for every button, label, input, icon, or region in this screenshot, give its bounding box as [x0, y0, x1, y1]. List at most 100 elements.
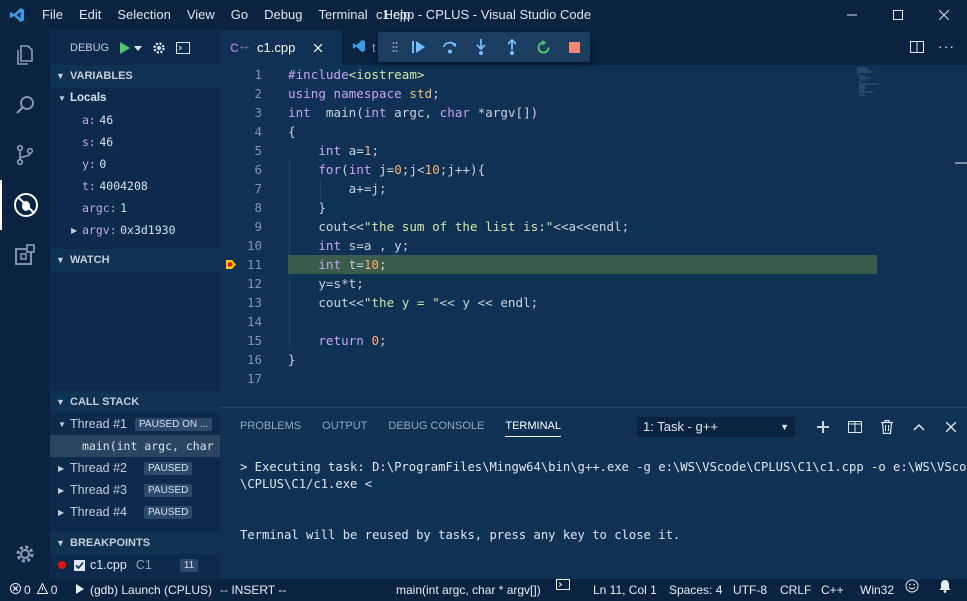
- minimap[interactable]: [857, 67, 887, 97]
- maximize-button[interactable]: [875, 0, 921, 30]
- call-stack-header[interactable]: ▼ CALL STACK: [50, 391, 220, 413]
- source-control-icon[interactable]: [0, 130, 50, 180]
- stack-frame[interactable]: main(int argc, char: [50, 435, 220, 457]
- line-number: 16: [246, 352, 262, 367]
- scrollbar-marker[interactable]: [955, 162, 967, 164]
- more-actions-icon[interactable]: ···: [938, 38, 955, 54]
- breakpoints-title: BREAKPOINTS: [70, 537, 151, 549]
- encoding-status[interactable]: UTF-8: [733, 579, 767, 601]
- menu-debug[interactable]: Debug: [256, 0, 310, 30]
- variable-name: argv:: [82, 223, 117, 237]
- restart-icon[interactable]: [528, 32, 559, 62]
- thread-row[interactable]: ▶ Thread #4 PAUSED: [50, 501, 220, 523]
- code-text: return 0;: [318, 333, 387, 348]
- variable-row[interactable]: a: 46: [50, 109, 220, 131]
- variable-value: 4004208: [99, 179, 148, 193]
- breakpoint-checkbox[interactable]: [74, 559, 85, 571]
- code-line: 10 int s=a , y;: [220, 236, 967, 255]
- menu-go[interactable]: Go: [223, 0, 256, 30]
- code-editor[interactable]: 1 #include<iostream> 2 using namespace std…: [220, 65, 967, 407]
- tab-terminal[interactable]: TERMINAL: [505, 416, 561, 437]
- launch-config-status[interactable]: (gdb) Launch (CPLUS): [76, 579, 212, 601]
- debug-icon[interactable]: [0, 180, 50, 230]
- indentation-status[interactable]: Spaces: 4: [669, 579, 722, 601]
- variable-row[interactable]: y: 0: [50, 153, 220, 175]
- thread-row[interactable]: ▶ Thread #2 PAUSED: [50, 457, 220, 479]
- settings-gear-icon[interactable]: [0, 529, 50, 579]
- tab-output[interactable]: OUTPUT: [322, 408, 367, 444]
- split-editor-icon[interactable]: [910, 40, 924, 57]
- tab-problems[interactable]: PROBLEMS: [240, 408, 301, 444]
- breakpoints-header[interactable]: ▼ BREAKPOINTS: [50, 532, 220, 554]
- current-function-status[interactable]: main(int argc, char * argv[]): [396, 579, 541, 601]
- variable-value: 46: [99, 135, 114, 149]
- line-number: 11: [246, 257, 262, 272]
- code-line: 3 int main(int argc, char *argv[]): [220, 103, 967, 122]
- step-over-icon[interactable]: [435, 32, 466, 62]
- explorer-icon[interactable]: [0, 30, 50, 80]
- tab-debug-console[interactable]: DEBUG CONSOLE: [388, 408, 484, 444]
- tab-c1-cpp[interactable]: C ++ c1.cpp: [220, 30, 342, 65]
- maximize-panel-icon[interactable]: [903, 416, 935, 438]
- problems-status[interactable]: 0 0: [10, 579, 57, 601]
- variable-name: s:: [82, 135, 96, 149]
- code-line: 12 y=s*t;: [220, 274, 967, 293]
- variable-value: 46: [99, 113, 114, 127]
- menu-view[interactable]: View: [179, 0, 223, 30]
- close-icon[interactable]: [313, 40, 323, 55]
- step-out-icon[interactable]: [497, 32, 528, 62]
- language-mode-status[interactable]: C++: [821, 579, 844, 601]
- variable-row[interactable]: argc: 1: [50, 197, 220, 219]
- thread-row[interactable]: ▼ Thread #1 PAUSED ON ...: [50, 413, 220, 435]
- variables-header[interactable]: ▼ VARIABLES: [50, 65, 220, 87]
- code-text: int main(int argc, char *argv[]): [288, 105, 539, 120]
- locals-scope[interactable]: ▼ Locals: [50, 87, 220, 109]
- continue-icon[interactable]: [403, 32, 434, 62]
- line-number: 4: [254, 124, 262, 139]
- chevron-right-icon: ▶: [58, 463, 65, 473]
- terminal-select[interactable]: 1: Task - g++ ▼: [637, 417, 795, 437]
- code-text: cout<<"the sum of the list is:"<<a<<endl…: [288, 219, 630, 234]
- eol-status[interactable]: CRLF: [780, 579, 811, 601]
- feedback-smiley-icon[interactable]: [905, 579, 919, 593]
- variables-title: VARIABLES: [70, 70, 133, 82]
- notifications-bell-icon[interactable]: [938, 579, 952, 593]
- variable-row[interactable]: s: 46: [50, 131, 220, 153]
- thread-label: Thread #4: [70, 505, 127, 519]
- cursor-position-status[interactable]: Ln 11, Col 1: [593, 579, 657, 601]
- line-number: 15: [246, 333, 262, 348]
- extensions-icon[interactable]: [0, 230, 50, 280]
- close-panel-icon[interactable]: [935, 416, 967, 438]
- breakpoint-folder: C1: [135, 558, 152, 572]
- minimize-button[interactable]: [829, 0, 875, 30]
- close-window-button[interactable]: [921, 0, 967, 30]
- menu-terminal[interactable]: Terminal: [310, 0, 375, 30]
- menu-help[interactable]: Help: [376, 0, 419, 30]
- search-icon[interactable]: [0, 80, 50, 130]
- menu-selection[interactable]: Selection: [109, 0, 178, 30]
- terminal-status-icon[interactable]: [556, 579, 570, 590]
- trash-icon[interactable]: [871, 416, 903, 438]
- debug-console-icon[interactable]: [176, 41, 191, 54]
- drag-handle-icon[interactable]: [386, 32, 403, 62]
- terminal-output-line: \CPLUS\C1/c1.exe <: [240, 477, 373, 491]
- menu-edit[interactable]: Edit: [71, 0, 109, 30]
- variable-row[interactable]: t: 4004208: [50, 175, 220, 197]
- launch-config-dropdown-icon[interactable]: [134, 44, 143, 52]
- start-debugging-icon[interactable]: [119, 41, 131, 54]
- current-code-line: 11 int t=10;: [220, 255, 967, 274]
- breakpoint-file: c1.cpp: [90, 558, 127, 572]
- variable-row[interactable]: ▶ argv: 0x3d1930: [50, 219, 220, 241]
- add-terminal-icon[interactable]: [807, 416, 839, 438]
- watch-header[interactable]: ▼ WATCH: [50, 249, 220, 271]
- thread-row[interactable]: ▶ Thread #3 PAUSED: [50, 479, 220, 501]
- split-terminal-icon[interactable]: [839, 416, 871, 438]
- line-number: 9: [254, 219, 262, 234]
- step-into-icon[interactable]: [466, 32, 497, 62]
- breakpoint-row[interactable]: c1.cpp C1 11: [50, 554, 220, 576]
- menu-file[interactable]: File: [34, 0, 71, 30]
- gear-icon[interactable]: [152, 41, 166, 55]
- platform-status[interactable]: Win32: [860, 579, 894, 601]
- stop-icon[interactable]: [559, 32, 590, 62]
- vim-mode-status: -- INSERT --: [220, 583, 287, 597]
